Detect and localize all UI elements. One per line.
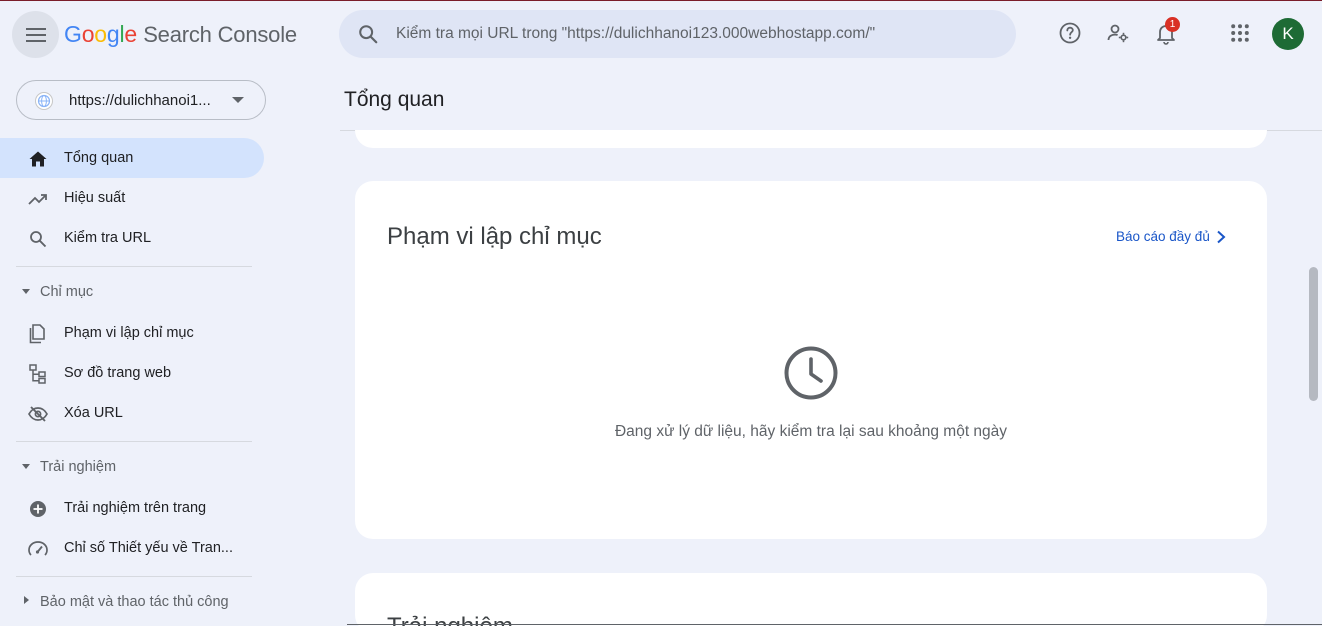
sidebar-item-coverage[interactable]: Phạm vi lập chỉ mục: [0, 313, 264, 353]
coverage-card-title: Phạm vi lập chỉ mục: [387, 223, 602, 250]
property-globe-icon: [35, 92, 53, 110]
apps-grid-icon: [1231, 24, 1249, 42]
sidebar-item-page-experience[interactable]: Trải nghiệm trên trang: [0, 488, 264, 528]
sidebar-item-label: Xóa URL: [64, 405, 123, 421]
coverage-card: Phạm vi lập chỉ mục Báo cáo đầy đủ Đang …: [355, 181, 1267, 539]
hamburger-menu-icon: [25, 27, 46, 42]
account-avatar[interactable]: K: [1272, 18, 1304, 50]
full-report-link[interactable]: Báo cáo đầy đủ: [1116, 229, 1226, 244]
sidebar-divider: [16, 266, 252, 267]
add-circle-icon: [28, 499, 48, 519]
sidebar-item-label: Hiệu suất: [64, 190, 126, 206]
search-icon: [359, 25, 378, 44]
chevron-right-icon: [1217, 230, 1226, 243]
sidebar-item-label: Chỉ số Thiết yếu về Tran...: [64, 540, 233, 556]
url-inspection-search[interactable]: [339, 10, 1016, 58]
sidebar-item-label: Phạm vi lập chỉ mục: [64, 325, 194, 341]
manage-accounts-icon: [1107, 24, 1129, 43]
sidebar-divider: [16, 441, 252, 442]
experience-card: Trải nghiệm: [355, 573, 1267, 626]
google-apps-button[interactable]: [1227, 20, 1253, 46]
help-button[interactable]: [1057, 20, 1083, 46]
header-mask: [340, 111, 1306, 130]
sidebar-item-url-inspection[interactable]: Kiểm tra URL: [0, 218, 264, 258]
sidebar-item-sitemaps[interactable]: Sơ đồ trang web: [0, 353, 264, 393]
sidebar-item-label: Tổng quan: [64, 150, 134, 166]
sidebar-item-label: Sơ đồ trang web: [64, 365, 172, 381]
dropdown-caret-icon: [232, 97, 244, 103]
speed-icon: [28, 539, 48, 559]
page-title: Tổng quan: [344, 88, 445, 111]
sidebar-item-core-web-vitals[interactable]: Chỉ số Thiết yếu về Tran...: [0, 528, 264, 568]
sidebar-section-experience[interactable]: Trải nghiệm: [0, 452, 264, 482]
sidebar-section-index[interactable]: Chỉ mục: [0, 277, 264, 307]
sidebar-item-label: Kiểm tra URL: [64, 230, 152, 246]
sidebar-item-label: Trải nghiệm trên trang: [64, 500, 207, 516]
sidebar-item-performance[interactable]: Hiệu suất: [0, 178, 264, 218]
manage-users-button[interactable]: [1105, 20, 1131, 46]
help-icon: [1059, 22, 1081, 44]
bottom-edge-line: [347, 624, 1322, 625]
sidebar-section-label: Chỉ mục: [40, 284, 94, 300]
property-selector[interactable]: https://dulichhanoi1...: [16, 80, 266, 120]
google-wordmark: Google: [64, 21, 137, 47]
clock-icon: [784, 346, 838, 400]
expand-arrow-icon: [22, 289, 30, 294]
sidebar-section-label: Bảo mật và thao tác thủ công: [40, 594, 229, 610]
expand-arrow-icon: [22, 464, 30, 469]
search-icon: [28, 229, 48, 249]
main-menu-button[interactable]: [12, 11, 59, 58]
home-icon: [28, 149, 48, 169]
notification-count-badge: 1: [1165, 17, 1180, 32]
sidebar-item-removals[interactable]: Xóa URL: [0, 393, 264, 433]
trending-up-icon: [28, 189, 48, 209]
sitemap-icon: [28, 364, 48, 384]
url-inspection-input[interactable]: [396, 10, 996, 58]
product-name: Search Console: [143, 22, 297, 47]
main-scrollbar-thumb[interactable]: [1309, 267, 1318, 401]
sidebar-section-label: Trải nghiệm: [40, 459, 117, 475]
pages-icon: [28, 324, 48, 344]
sidebar-section-security[interactable]: Bảo mật và thao tác thủ công: [0, 587, 264, 617]
sidebar-item-overview[interactable]: Tổng quan: [0, 138, 264, 178]
processing-message: Đang xử lý dữ liệu, hãy kiểm tra lại sau…: [614, 423, 1008, 440]
property-url: https://dulichhanoi1...: [69, 92, 211, 109]
collapsed-arrow-icon: [24, 596, 29, 604]
app-header: Google Search Console Kiểm tra mọi URL t…: [0, 1, 1322, 67]
full-report-link-label: Báo cáo đầy đủ: [1116, 229, 1210, 244]
search-console-logo[interactable]: Google Search Console: [64, 21, 297, 48]
sidebar-divider: [16, 576, 252, 577]
visibility-off-icon: [28, 404, 48, 424]
